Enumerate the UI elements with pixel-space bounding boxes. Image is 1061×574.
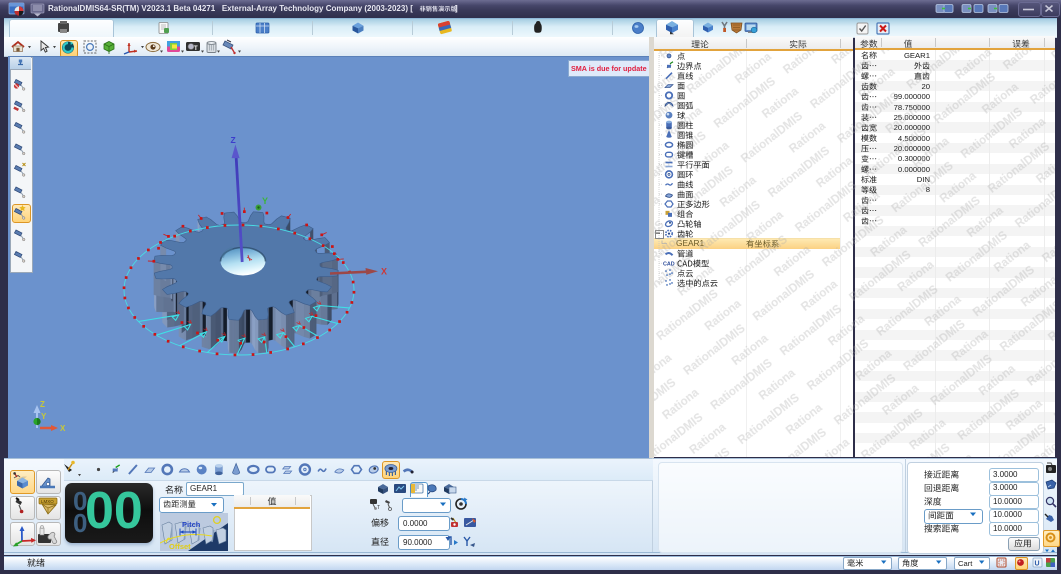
svg-text:Z: Z	[231, 135, 236, 145]
svg-text:X: X	[381, 267, 387, 277]
svg-text:Pitch: Pitch	[182, 520, 201, 529]
svg-text:Y: Y	[262, 196, 268, 206]
svg-text:Y: Y	[41, 412, 47, 421]
svg-text:Z: Z	[40, 400, 45, 409]
svg-text:X: X	[60, 424, 66, 433]
svg-text:Offset: Offset	[169, 542, 191, 551]
